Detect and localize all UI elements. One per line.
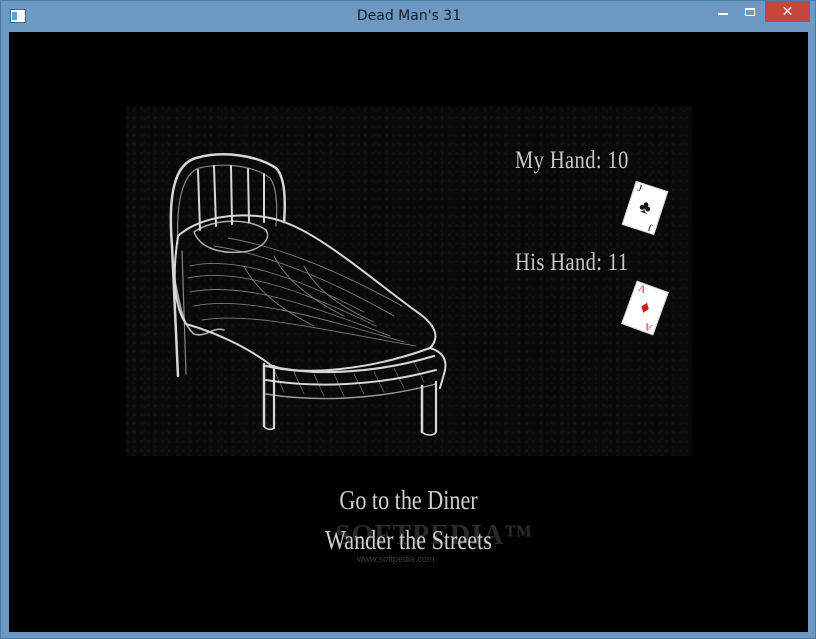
card-rank-bottom: A — [642, 320, 654, 334]
diamonds-suit-icon: ♦ — [637, 296, 654, 319]
game-canvas: My Hand: 10 J ♣ J His Hand: 11 A ♦ A Go … — [9, 32, 808, 632]
his-hand-card: A ♦ A — [621, 280, 669, 336]
close-icon: ✕ — [781, 3, 794, 20]
minimize-icon — [717, 12, 728, 15]
minimize-button[interactable] — [709, 1, 736, 22]
maximize-icon — [745, 7, 755, 16]
scene-panel: My Hand: 10 J ♣ J His Hand: 11 A ♦ A — [126, 106, 692, 456]
clubs-suit-icon: ♣ — [636, 195, 655, 219]
close-button[interactable]: ✕ — [765, 1, 810, 22]
my-hand-card: J ♣ J — [621, 180, 669, 236]
wander-streets-option[interactable]: Wander the Streets — [81, 525, 736, 556]
maximize-button[interactable] — [737, 1, 763, 22]
his-hand-label: His Hand: 11 — [515, 249, 629, 276]
bed-illustration — [169, 153, 447, 436]
game-window: Dead Man's 31 ✕ My Hand: 10 J ♣ J His Ha… — [0, 0, 816, 639]
watermark-url: www.softpedia.com — [357, 554, 435, 564]
my-hand-label: My Hand: 10 — [515, 147, 629, 174]
card-rank-bottom: J — [646, 221, 654, 233]
window-title: Dead Man's 31 — [356, 8, 462, 24]
title-bar[interactable]: Dead Man's 31 ✕ — [1, 1, 816, 31]
go-to-diner-option[interactable]: Go to the Diner — [81, 485, 736, 516]
card-rank: J — [636, 183, 644, 195]
